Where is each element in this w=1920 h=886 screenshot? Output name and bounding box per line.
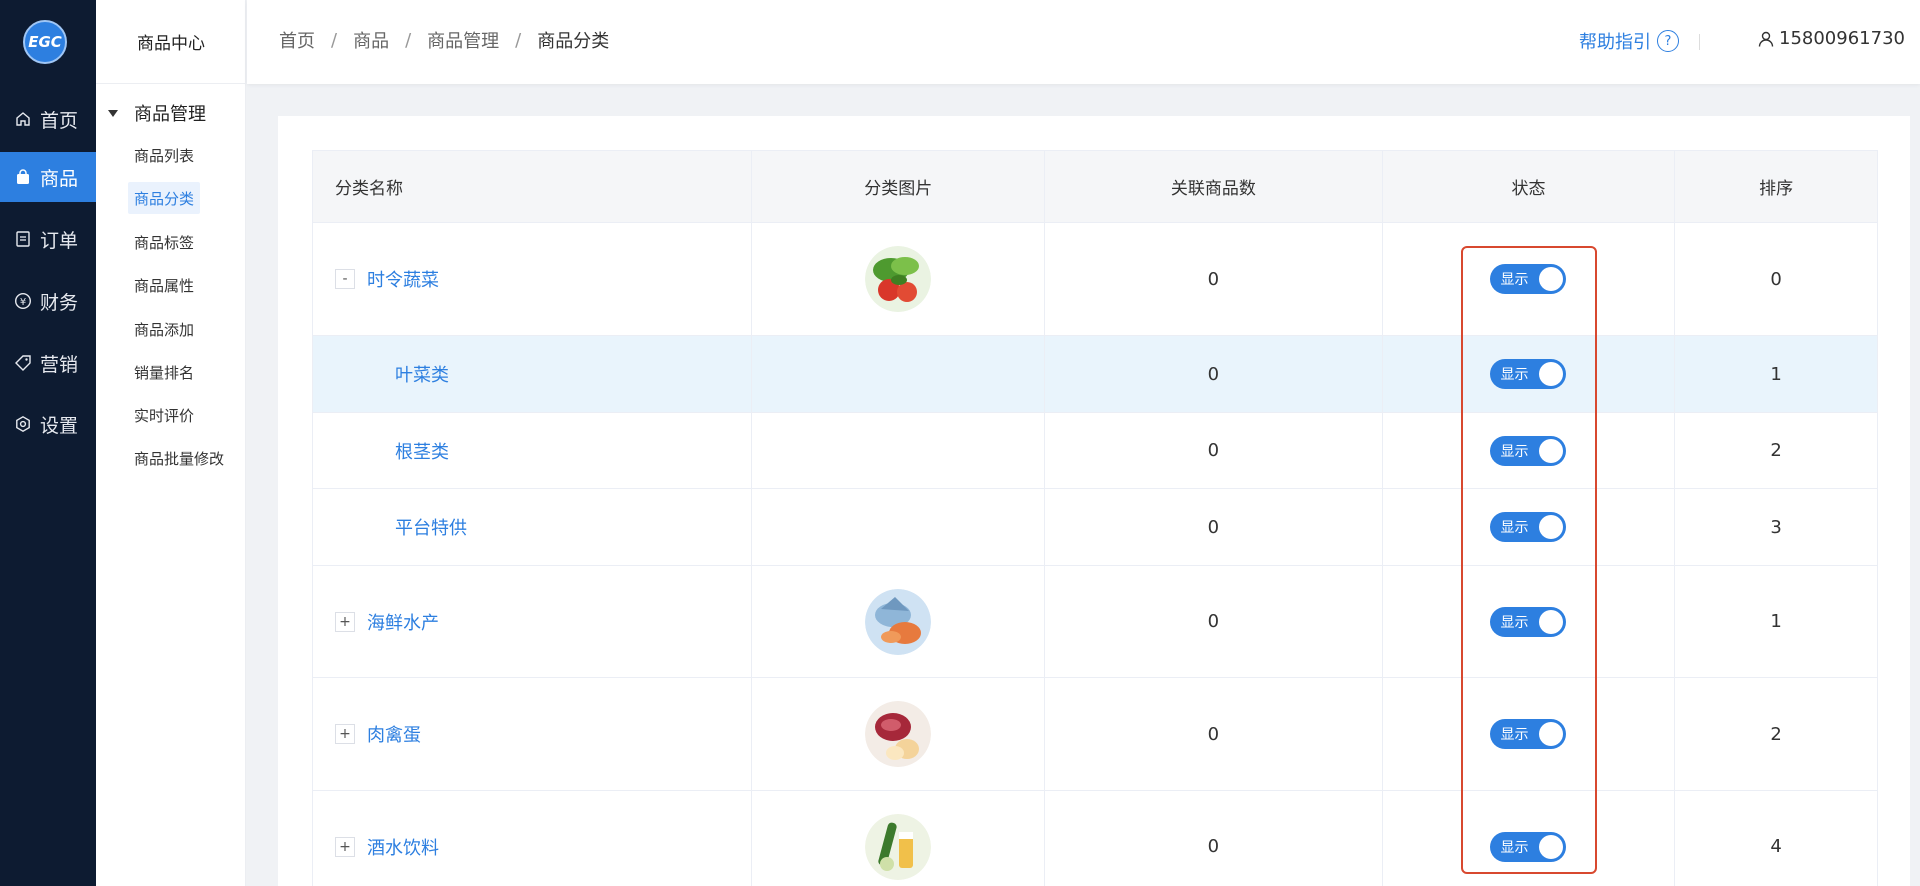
- column-header-count[interactable]: 关联商品数: [1045, 151, 1383, 222]
- table-row: + 海鲜水产 0 显示 1: [313, 566, 1877, 678]
- sidebar-item-batch-edit[interactable]: 商品批量修改: [128, 442, 230, 474]
- toggle-knob: [1539, 609, 1564, 634]
- sort-value: 3: [1770, 516, 1782, 538]
- tag-icon: [14, 354, 32, 372]
- meat-eggs-thumbnail: [865, 701, 932, 767]
- sort-value: 2: [1770, 723, 1782, 745]
- breadcrumb-separator: /: [405, 29, 412, 51]
- sort-value: 2: [1770, 440, 1782, 461]
- status-toggle[interactable]: 显示: [1490, 719, 1567, 749]
- status-toggle[interactable]: 显示: [1490, 512, 1567, 542]
- table-row: + 肉禽蛋 0 显示 2: [313, 678, 1877, 791]
- sort-value: 4: [1770, 836, 1782, 857]
- gear-icon: [14, 415, 32, 433]
- status-toggle[interactable]: 显示: [1490, 359, 1567, 389]
- sidebar-item-goods-tags[interactable]: 商品标签: [128, 226, 200, 258]
- column-header-sort[interactable]: 排序: [1675, 151, 1877, 222]
- linked-goods-count: 0: [1207, 723, 1220, 745]
- status-toggle[interactable]: 显示: [1490, 435, 1567, 466]
- category-name[interactable]: 叶菜类: [395, 361, 449, 387]
- svg-text:¥: ¥: [20, 297, 26, 308]
- status-toggle[interactable]: 显示: [1490, 606, 1567, 637]
- nav-item-home[interactable]: 首页: [0, 94, 96, 144]
- table-row: + 酒水饮料 0 显示 4: [313, 791, 1877, 886]
- top-header: 首页 / 商品 / 商品管理 / 商品分类 帮助指引 ? 15800961730: [247, 0, 1920, 84]
- sidebar-group-goods-management[interactable]: 商品管理: [108, 100, 206, 126]
- breadcrumb-current: 商品分类: [537, 31, 610, 52]
- nav-item-goods[interactable]: 商品: [0, 152, 96, 202]
- nav-item-marketing[interactable]: 营销: [0, 338, 96, 388]
- home-icon: [14, 110, 32, 128]
- breadcrumb-goods[interactable]: 商品: [353, 27, 389, 53]
- category-name[interactable]: 时令蔬菜: [367, 266, 439, 292]
- linked-goods-count: 0: [1207, 836, 1220, 857]
- toggle-knob: [1539, 515, 1564, 539]
- sort-value: 1: [1770, 363, 1782, 385]
- nav-item-orders[interactable]: 订单: [0, 214, 96, 264]
- user-account[interactable]: 15800961730: [1757, 28, 1905, 49]
- yen-icon: ¥: [14, 292, 32, 310]
- table-row: 根茎类 0 显示 2: [313, 413, 1877, 489]
- toggle-knob: [1539, 267, 1564, 291]
- sort-value: 1: [1770, 611, 1782, 632]
- question-circle-icon: ?: [1657, 30, 1679, 52]
- table-row: - 时令蔬菜 0 显示 0: [313, 223, 1877, 336]
- breadcrumb-separator: /: [331, 29, 338, 51]
- linked-goods-count: 0: [1207, 268, 1220, 290]
- toggle-knob: [1539, 362, 1564, 386]
- category-name[interactable]: 肉禽蛋: [367, 721, 421, 747]
- nav-item-settings[interactable]: 设置: [0, 399, 96, 449]
- category-name[interactable]: 酒水饮料: [367, 834, 439, 860]
- sidebar-item-sales-ranking[interactable]: 销量排名: [128, 356, 200, 388]
- column-header-name[interactable]: 分类名称: [313, 151, 753, 222]
- sidebar-item-goods-add[interactable]: 商品添加: [128, 313, 200, 345]
- nav-item-finance[interactable]: ¥ 财务: [0, 276, 96, 326]
- content-card: 分类名称 分类图片 关联商品数 状态 排序 - 时令蔬菜 0 显示 0 叶菜类 …: [278, 116, 1910, 886]
- drinks-thumbnail: [865, 813, 932, 880]
- breadcrumb-goods-management[interactable]: 商品管理: [427, 27, 499, 53]
- column-header-image[interactable]: 分类图片: [752, 151, 1046, 222]
- category-name[interactable]: 根茎类: [395, 438, 449, 464]
- expand-icon[interactable]: +: [335, 836, 355, 857]
- sidebar-item-live-reviews[interactable]: 实时评价: [128, 399, 200, 431]
- expand-icon[interactable]: +: [335, 724, 355, 744]
- help-guide-link[interactable]: 帮助指引 ?: [1579, 28, 1679, 54]
- category-name[interactable]: 海鲜水产: [367, 609, 439, 635]
- caret-down-icon: [108, 109, 118, 117]
- category-table: 分类名称 分类图片 关联商品数 状态 排序 - 时令蔬菜 0 显示 0 叶菜类 …: [312, 150, 1878, 886]
- status-toggle[interactable]: 显示: [1490, 831, 1567, 862]
- breadcrumb-home[interactable]: 首页: [279, 27, 315, 53]
- collapse-icon[interactable]: -: [335, 269, 355, 289]
- order-icon: [14, 230, 32, 248]
- toggle-knob: [1539, 438, 1564, 463]
- main-nav: EGC 首页 商品 订单 ¥ 财务 营销 设置: [0, 0, 96, 886]
- category-name[interactable]: 平台特供: [395, 514, 467, 540]
- secondary-sidebar: 商品中心 商品管理 商品列表 商品分类 商品标签 商品属性 商品添加 销量排名 …: [96, 0, 246, 886]
- linked-goods-count: 0: [1207, 440, 1220, 461]
- column-header-status[interactable]: 状态: [1383, 151, 1676, 222]
- toggle-knob: [1539, 722, 1564, 746]
- expand-icon[interactable]: +: [335, 611, 355, 632]
- sidebar-item-goods-list[interactable]: 商品列表: [128, 139, 200, 171]
- sidebar-title: 商品中心: [96, 0, 246, 84]
- seafood-thumbnail: [865, 588, 932, 655]
- sidebar-item-goods-category[interactable]: 商品分类: [128, 182, 201, 214]
- header-divider: [1699, 34, 1700, 50]
- sidebar-item-goods-attributes[interactable]: 商品属性: [128, 269, 200, 301]
- sort-value: 0: [1770, 268, 1782, 290]
- logo[interactable]: EGC: [23, 20, 67, 64]
- linked-goods-count: 0: [1207, 516, 1220, 538]
- status-toggle[interactable]: 显示: [1490, 264, 1567, 294]
- toggle-knob: [1539, 834, 1564, 859]
- bag-icon: [14, 168, 32, 186]
- linked-goods-count: 0: [1207, 363, 1220, 385]
- breadcrumb: 首页 / 商品 / 商品管理 / 商品分类: [279, 27, 609, 53]
- table-row: 平台特供 0 显示 3: [313, 489, 1877, 566]
- user-icon: [1757, 30, 1775, 48]
- breadcrumb-separator: /: [515, 29, 522, 51]
- table-row: 叶菜类 0 显示 1: [313, 336, 1877, 413]
- vegetables-thumbnail: [865, 246, 932, 312]
- linked-goods-count: 0: [1207, 611, 1220, 632]
- table-header-row: 分类名称 分类图片 关联商品数 状态 排序: [313, 151, 1877, 223]
